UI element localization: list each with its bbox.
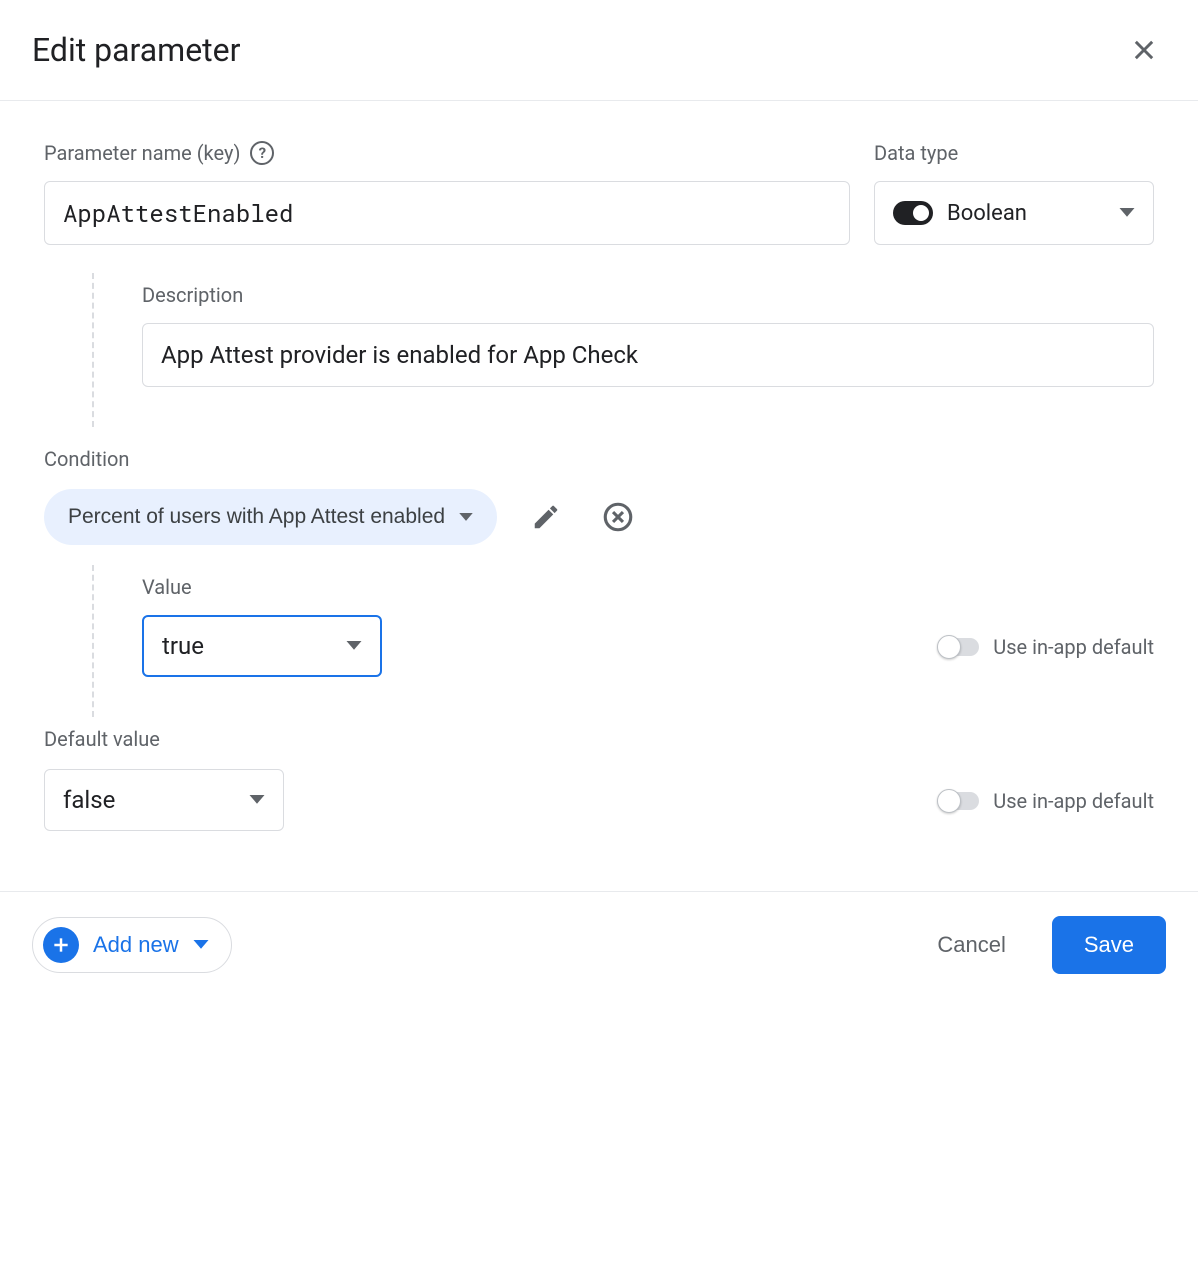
dialog-body: Parameter name (key) ? Data type Boolean… <box>0 101 1198 891</box>
default-value-text: false <box>63 786 115 814</box>
condition-value-select[interactable]: true <box>142 615 382 677</box>
default-use-default-label: Use in-app default <box>993 789 1154 813</box>
data-type-label: Data type <box>874 141 1154 165</box>
condition-chip[interactable]: Percent of users with App Attest enabled <box>44 489 497 545</box>
chevron-down-icon <box>1119 208 1135 218</box>
chevron-down-icon <box>459 513 473 522</box>
top-row: Parameter name (key) ? Data type Boolean <box>44 141 1154 245</box>
add-new-button[interactable]: Add new <box>32 917 232 973</box>
chevron-down-icon <box>193 940 209 950</box>
chevron-down-icon <box>249 795 265 805</box>
description-section: Description <box>92 273 1154 427</box>
condition-use-default-row: Use in-app default <box>939 635 1154 659</box>
default-use-default-row: Use in-app default <box>939 789 1154 813</box>
help-icon[interactable]: ? <box>250 141 274 165</box>
edit-condition-button[interactable] <box>525 496 567 538</box>
cancel-button[interactable]: Cancel <box>931 931 1011 959</box>
footer-actions: Cancel Save <box>931 916 1166 974</box>
description-input[interactable] <box>142 323 1154 387</box>
add-new-label: Add new <box>93 932 179 958</box>
condition-label: Condition <box>44 447 1154 471</box>
condition-value-label: Value <box>142 575 382 599</box>
boolean-type-icon <box>893 201 933 225</box>
parameter-name-column: Parameter name (key) ? <box>44 141 850 245</box>
default-value-select[interactable]: false <box>44 769 284 831</box>
condition-chip-label: Percent of users with App Attest enabled <box>68 505 445 529</box>
dialog-header: Edit parameter <box>0 0 1198 101</box>
condition-row: Percent of users with App Attest enabled <box>44 489 1154 545</box>
save-button[interactable]: Save <box>1052 916 1166 974</box>
condition-use-default-toggle[interactable] <box>939 638 979 656</box>
remove-condition-button[interactable] <box>595 494 641 540</box>
chevron-down-icon <box>346 641 362 651</box>
close-button[interactable] <box>1122 28 1166 72</box>
parameter-name-label-text: Parameter name (key) <box>44 141 240 165</box>
close-icon <box>1130 36 1158 64</box>
parameter-name-label: Parameter name (key) ? <box>44 141 850 165</box>
default-use-default-toggle[interactable] <box>939 792 979 810</box>
condition-value-section: Value true Use in-app default <box>92 565 1154 717</box>
pencil-icon <box>531 502 561 532</box>
close-circle-icon <box>601 500 635 534</box>
plus-icon <box>43 927 79 963</box>
dialog-title: Edit parameter <box>32 31 240 69</box>
dialog-footer: Add new Cancel Save <box>0 891 1198 998</box>
condition-use-default-label: Use in-app default <box>993 635 1154 659</box>
default-value-row: Default value false Use in-app default <box>44 727 1154 831</box>
condition-value-text: true <box>162 632 204 660</box>
parameter-name-input[interactable] <box>44 181 850 245</box>
edit-parameter-dialog: Edit parameter Parameter name (key) ? Da… <box>0 0 1198 998</box>
data-type-select[interactable]: Boolean <box>874 181 1154 245</box>
data-type-column: Data type Boolean <box>874 141 1154 245</box>
default-value-label: Default value <box>44 727 284 751</box>
description-label: Description <box>142 283 1154 307</box>
data-type-value: Boolean <box>947 201 1027 226</box>
